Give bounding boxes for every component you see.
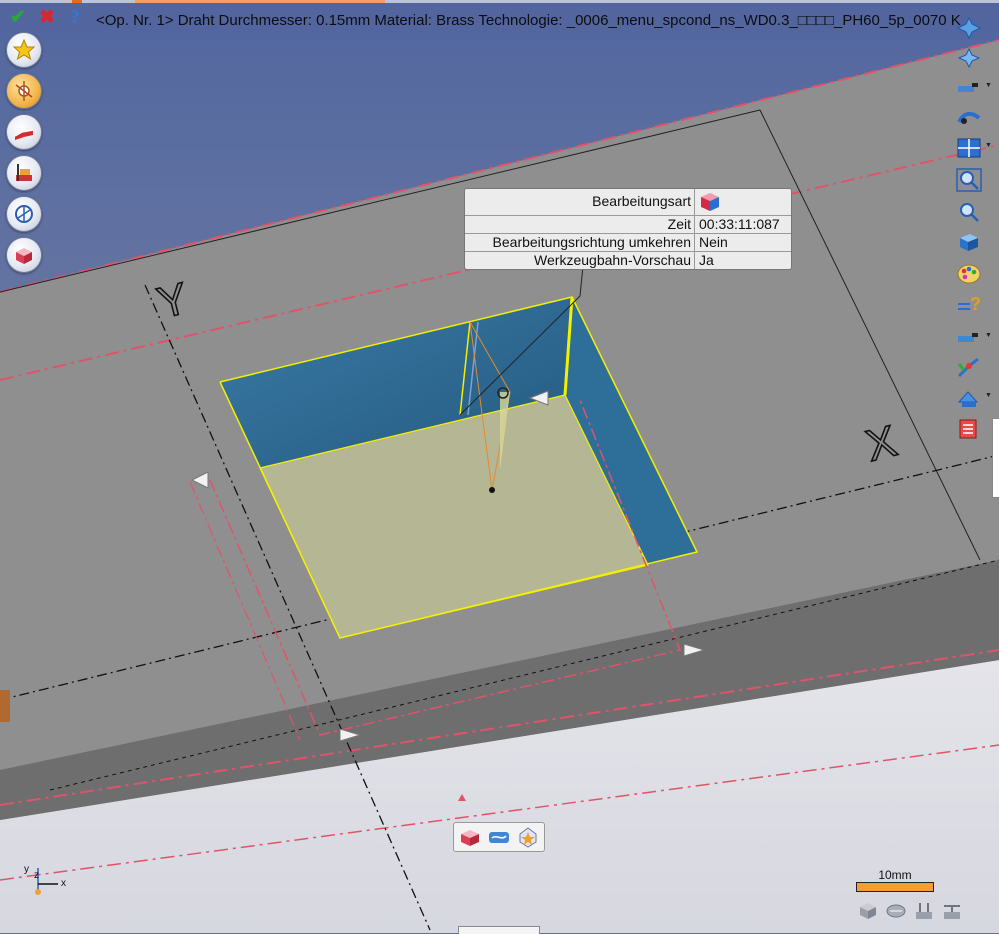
zoom-icon[interactable] xyxy=(956,200,982,224)
floating-mini-toolbar xyxy=(453,822,545,852)
part-view-icon[interactable] xyxy=(458,826,482,848)
layer-icon[interactable] xyxy=(956,386,982,410)
dropdown-arrow-icon[interactable]: ▼ xyxy=(985,82,992,89)
machining-type-value xyxy=(695,189,791,215)
view-top-icon[interactable] xyxy=(913,900,935,922)
machining-type-icon xyxy=(701,193,719,211)
clamp-part xyxy=(0,690,10,722)
color-palette-icon[interactable] xyxy=(956,262,982,286)
part-box-icon[interactable] xyxy=(6,237,42,273)
snap-point-icon[interactable] xyxy=(516,826,540,848)
wire-settings-icon[interactable] xyxy=(6,73,42,109)
help-icon[interactable]: ? xyxy=(65,8,85,28)
info-value: 00:33:11:087 xyxy=(699,216,780,232)
view-iso-icon[interactable] xyxy=(885,900,907,922)
info-key: Bearbeitungsart xyxy=(465,189,695,215)
axis-y-label: y xyxy=(24,864,29,875)
move-axis-icon[interactable] xyxy=(956,46,982,70)
zoom-window-icon[interactable] xyxy=(956,168,982,192)
info-row-toolpath-preview: Werkzeugbahn-Vorschau Ja xyxy=(465,252,791,269)
close-icon[interactable]: ✖ xyxy=(37,8,57,28)
scale-line xyxy=(856,882,934,892)
axis-triad: y z x xyxy=(20,862,70,898)
3d-view-icon[interactable] xyxy=(956,230,982,254)
move-plane-icon[interactable] xyxy=(956,16,982,40)
scale-label: 10mm xyxy=(878,868,912,882)
svg-text:?: ? xyxy=(970,294,981,314)
info-key: Bearbeitungsrichtung umkehren xyxy=(465,234,695,251)
info-value[interactable]: Ja xyxy=(695,252,791,269)
side-panel-tab[interactable] xyxy=(992,418,999,498)
view-front-icon[interactable] xyxy=(857,900,879,922)
check-icon[interactable]: ✔ xyxy=(8,8,28,28)
dropdown-arrow-icon[interactable]: ▼ xyxy=(985,142,992,149)
info-row-reverse-direction: Bearbeitungsrichtung umkehren Nein xyxy=(465,234,791,252)
3d-viewport[interactable]: Y X xyxy=(0,0,999,933)
end-point-marker xyxy=(489,487,495,493)
view-orientation-toolbar xyxy=(857,898,967,924)
dropdown-arrow-icon[interactable]: ▼ xyxy=(985,332,992,339)
info-row-time: Zeit 00:33:11:087 xyxy=(465,216,791,234)
info-value[interactable]: Nein xyxy=(695,234,791,251)
favorites-star-icon[interactable] xyxy=(6,32,42,68)
view-split-icon[interactable] xyxy=(956,136,982,160)
query-icon[interactable]: ? xyxy=(956,292,982,316)
info-key: Werkzeugbahn-Vorschau xyxy=(465,252,695,269)
path-preview-icon[interactable] xyxy=(956,106,982,130)
view-side-icon[interactable] xyxy=(941,900,963,922)
wire-tool-icon[interactable] xyxy=(956,326,982,350)
top-toolbar: ✔ ✖ ? <Op. Nr. 1> Draht Durchmesser: 0.1… xyxy=(0,0,999,40)
axis-z-label: z xyxy=(34,870,39,881)
path-edit-icon[interactable] xyxy=(956,356,982,380)
report-icon[interactable] xyxy=(956,416,982,440)
wire-view-icon[interactable] xyxy=(487,826,511,848)
operation-info-panel: Bearbeitungsart Zeit 00:33:11:087 Bearbe… xyxy=(464,188,792,270)
operation-title: <Op. Nr. 1> Draht Durchmesser: 0.15mm Ma… xyxy=(96,12,961,29)
info-key: Zeit xyxy=(465,216,695,233)
info-row-machining-type: Bearbeitungsart xyxy=(465,189,791,216)
scale-bar: 10mm xyxy=(856,868,934,892)
wire-cut-icon[interactable] xyxy=(956,76,982,100)
machine-setup-icon[interactable] xyxy=(6,155,42,191)
dropdown-arrow-icon[interactable]: ▼ xyxy=(985,392,992,399)
axis-x-label: x xyxy=(61,878,66,889)
axis-rotation-icon[interactable] xyxy=(6,196,42,232)
wire-path-icon[interactable] xyxy=(6,114,42,150)
